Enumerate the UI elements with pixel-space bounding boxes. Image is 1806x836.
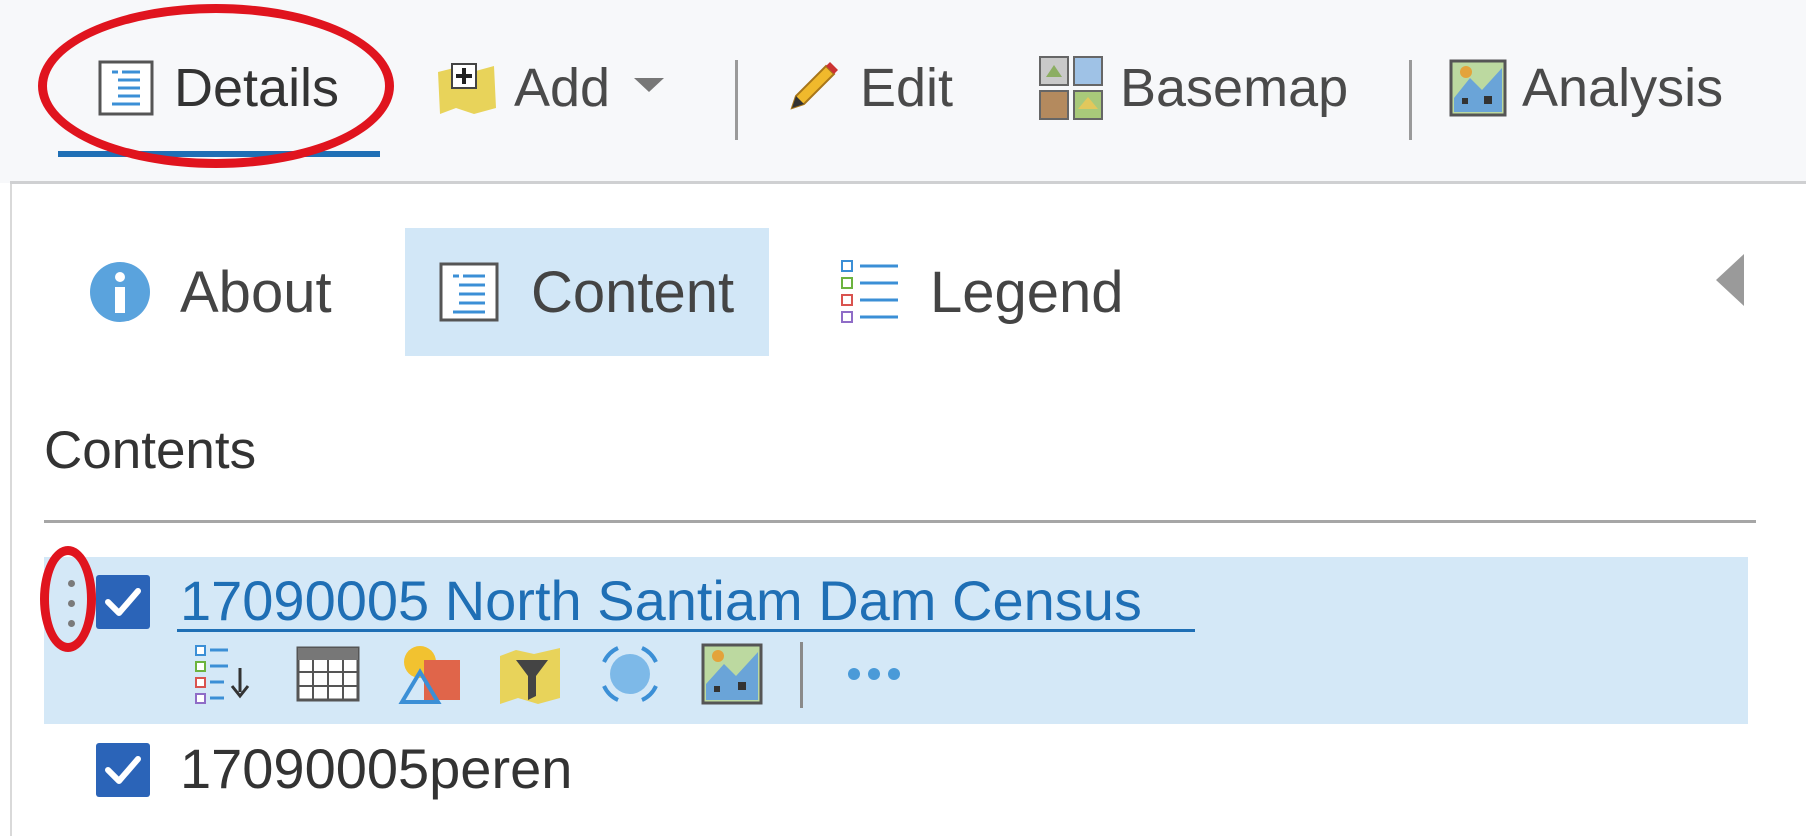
table-icon[interactable] xyxy=(296,642,360,706)
layer-name-link[interactable]: 17090005 North Santiam Dam Census xyxy=(180,568,1142,633)
layer-visibility-checkbox[interactable] xyxy=(96,575,150,629)
annotation-circle-details xyxy=(38,4,394,168)
contents-divider xyxy=(44,520,1756,523)
add-button[interactable]: Add xyxy=(434,48,665,128)
toolbar-divider xyxy=(10,181,1806,184)
pencil-icon xyxy=(782,58,842,118)
toolbar-separator xyxy=(1409,60,1412,140)
legend-icon xyxy=(840,259,900,325)
change-style-icon[interactable] xyxy=(398,642,462,706)
action-separator xyxy=(800,642,803,708)
basemap-button[interactable]: Basemap xyxy=(1038,48,1348,128)
zoom-to-icon[interactable] xyxy=(598,642,662,706)
tab-about[interactable]: About xyxy=(88,228,332,356)
more-options-icon[interactable] xyxy=(846,642,910,706)
tab-about-label: About xyxy=(180,259,332,325)
checkmark-icon xyxy=(105,756,141,784)
analysis-label: Analysis xyxy=(1522,58,1724,118)
info-icon xyxy=(88,260,152,324)
analysis-icon xyxy=(1448,58,1508,118)
basemap-label: Basemap xyxy=(1120,58,1349,118)
layer-name-underline xyxy=(177,629,1195,632)
edit-button[interactable]: Edit xyxy=(782,48,953,128)
analysis-button[interactable]: Analysis xyxy=(1448,48,1723,128)
basemap-icon xyxy=(1038,55,1104,121)
tab-legend-label: Legend xyxy=(930,259,1124,325)
toolbar-separator xyxy=(735,60,738,140)
add-icon xyxy=(434,58,502,118)
panel-border xyxy=(10,184,12,836)
annotation-circle-drag-handle xyxy=(40,546,96,652)
chevron-down-icon xyxy=(634,77,665,99)
checkmark-icon xyxy=(105,588,141,616)
collapse-panel-button[interactable] xyxy=(1716,254,1744,311)
layer-visibility-checkbox[interactable] xyxy=(96,743,150,797)
layer-name[interactable]: 17090005peren xyxy=(180,736,572,801)
perform-analysis-icon[interactable] xyxy=(700,642,764,706)
contents-heading: Contents xyxy=(44,421,257,480)
content-icon xyxy=(437,260,501,324)
caret-left-icon xyxy=(1716,254,1744,310)
show-legend-icon[interactable] xyxy=(194,642,258,706)
add-label: Add xyxy=(514,58,611,118)
tab-legend[interactable]: Legend xyxy=(840,228,1124,356)
tab-content[interactable]: Content xyxy=(437,228,734,356)
edit-label: Edit xyxy=(860,58,954,118)
filter-icon[interactable] xyxy=(498,642,562,706)
tab-content-label: Content xyxy=(531,259,735,325)
